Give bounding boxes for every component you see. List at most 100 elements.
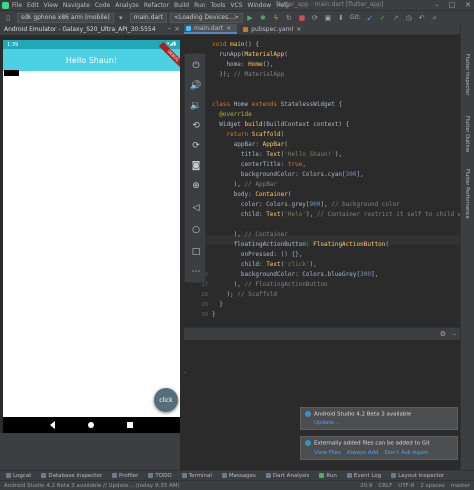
rotate-right-icon[interactable]: ⟳ bbox=[190, 140, 202, 152]
zoom-icon[interactable]: ⊕ bbox=[190, 180, 202, 192]
code-editor[interactable]: void main() { runApp(MaterialApp( home: … bbox=[180, 35, 460, 327]
settings-gear-icon[interactable]: ⚙ bbox=[440, 330, 446, 338]
messages-tab[interactable]: Messages bbox=[221, 473, 256, 479]
code-line[interactable]: class Home extends StatelessWidget { bbox=[212, 100, 342, 110]
menu-vcs[interactable]: VCS bbox=[230, 2, 242, 9]
menu-window[interactable]: Window bbox=[248, 2, 272, 9]
close-emulator-icon[interactable]: × bbox=[174, 25, 180, 33]
file-encoding[interactable]: UTF-8 bbox=[398, 483, 414, 489]
code-line[interactable]: )); // MaterialApp bbox=[212, 70, 284, 80]
overview-icon[interactable]: □ bbox=[190, 246, 202, 258]
menu-navigate[interactable]: Navigate bbox=[63, 2, 90, 9]
always-add-link[interactable]: Always Add bbox=[347, 450, 379, 456]
close-tab-icon[interactable]: × bbox=[296, 26, 301, 33]
volume-up-icon[interactable]: 🔊 bbox=[190, 80, 202, 92]
code-line[interactable]: ), // Container bbox=[212, 230, 288, 240]
view-files-link[interactable]: View Files bbox=[314, 450, 341, 456]
logcat-tab[interactable]: Logcat bbox=[6, 473, 31, 479]
menu-file[interactable]: File bbox=[12, 2, 22, 9]
code-line[interactable]: runApp(MaterialApp( bbox=[212, 50, 288, 60]
layout-inspector-tab[interactable]: Layout Inspector bbox=[391, 473, 444, 479]
run-icon[interactable]: ▶ bbox=[246, 14, 254, 22]
close-tab-icon[interactable]: × bbox=[226, 25, 231, 32]
menu-code[interactable]: Code bbox=[95, 2, 110, 9]
git-commit-icon[interactable]: ✓ bbox=[379, 14, 387, 22]
menu-view[interactable]: View bbox=[44, 2, 58, 9]
debug-icon[interactable]: ✱ bbox=[259, 14, 267, 22]
back-icon[interactable]: ◁ bbox=[190, 202, 202, 214]
code-line[interactable]: Widget build(BuildContext context) { bbox=[212, 120, 349, 130]
flutter-outline-tab[interactable]: Flutter Outline bbox=[464, 116, 470, 152]
caret-position[interactable]: 20:9 bbox=[360, 483, 372, 489]
line-separator[interactable]: CRLF bbox=[378, 483, 392, 489]
maximize-icon[interactable]: □ bbox=[449, 1, 456, 9]
event-log-tab[interactable]: Event Log bbox=[346, 473, 381, 479]
code-line[interactable]: floatingActionButton: FloatingActionButt… bbox=[212, 240, 389, 250]
update-link[interactable]: Update... bbox=[314, 420, 339, 426]
tab-main-dart[interactable]: main.dart × bbox=[180, 24, 238, 34]
minimize-icon[interactable]: – bbox=[435, 1, 439, 9]
git-update-icon[interactable]: ↙ bbox=[366, 14, 374, 22]
more-icon[interactable]: ⋯ bbox=[190, 266, 202, 278]
sync-icon[interactable]: ⟳ bbox=[311, 14, 319, 22]
sdk-manager-icon[interactable]: ⬇ bbox=[337, 14, 345, 22]
loading-devices-selector[interactable]: <Loading Devices...> bbox=[169, 12, 243, 23]
volume-down-icon[interactable]: 🔉 bbox=[190, 100, 202, 112]
hot-reload-icon[interactable]: ϟ bbox=[272, 14, 280, 22]
avd-manager-icon[interactable]: ▣ bbox=[324, 14, 332, 22]
code-line[interactable]: void main() { bbox=[212, 40, 259, 50]
phone-screen[interactable]: 1:39 ▾◢▮ Hello Shaun! DEBUG click bbox=[3, 40, 180, 433]
git-branch[interactable]: master bbox=[451, 483, 470, 489]
code-line[interactable]: home: Home(), bbox=[212, 60, 273, 70]
tab-pubspec-yaml[interactable]: pubspec.yaml × bbox=[237, 24, 307, 34]
menu-build[interactable]: Build bbox=[174, 2, 189, 9]
code-line[interactable]: } bbox=[212, 300, 223, 310]
nav-home-icon[interactable] bbox=[87, 422, 94, 428]
run-tab[interactable]: Run bbox=[319, 473, 337, 479]
menu-tools[interactable]: Tools bbox=[211, 2, 226, 9]
search-everywhere-icon[interactable]: ⌕ bbox=[431, 14, 439, 22]
status-message[interactable]: Android Studio 4.2 Beta 3 available // U… bbox=[4, 483, 180, 489]
code-line[interactable]: title: Text('Hello Shaun!'), bbox=[212, 150, 342, 160]
hide-panel-icon[interactable]: – bbox=[453, 330, 457, 338]
code-line[interactable]: onPressed: () {}, bbox=[212, 250, 302, 260]
restart-icon[interactable]: ↻ bbox=[285, 14, 293, 22]
code-line[interactable]: backgroundColor: Colors.blueGrey[300], bbox=[212, 270, 378, 280]
device-selector[interactable]: sdk gphone x86 arm (mobile) bbox=[17, 12, 114, 23]
menu-refactor[interactable]: Refactor bbox=[144, 2, 169, 9]
floating-action-button[interactable]: click bbox=[154, 388, 178, 412]
history-icon[interactable]: ◷ bbox=[405, 14, 413, 22]
database-inspector-tab[interactable]: Database Inspector bbox=[41, 473, 102, 479]
code-line[interactable]: centerTitle: true, bbox=[212, 160, 306, 170]
flutter-performance-tab[interactable]: Flutter Performance bbox=[464, 169, 470, 219]
code-line[interactable]: ), // FloatingActionButton bbox=[212, 280, 328, 290]
flutter-inspector-tab[interactable]: Flutter Inspector bbox=[464, 54, 470, 95]
terminal-tab[interactable]: Terminal bbox=[181, 473, 212, 479]
nav-recents-icon[interactable] bbox=[127, 422, 134, 428]
menu-analyze[interactable]: Analyze bbox=[115, 2, 139, 9]
camera-icon[interactable]: ◙ bbox=[190, 160, 202, 172]
power-icon[interactable]: ⏻ bbox=[190, 60, 202, 72]
code-line[interactable]: child: Text('click'), bbox=[212, 260, 317, 270]
menu-run[interactable]: Run bbox=[194, 2, 206, 9]
code-line[interactable]: ), // AppBar bbox=[212, 180, 277, 190]
home-icon[interactable]: ○ bbox=[190, 224, 202, 236]
code-line[interactable]: child: Text('Helo'), // Container restri… bbox=[212, 210, 460, 220]
code-line[interactable]: backgroundColor: Colors.cyan[300], bbox=[212, 170, 364, 180]
dart-analysis-tab[interactable]: Dart Analysis bbox=[265, 473, 309, 479]
code-line[interactable]: ); // Scaffold bbox=[212, 290, 277, 300]
run-config-selector[interactable]: main.dart bbox=[129, 12, 167, 23]
code-line[interactable]: body: Container( bbox=[212, 190, 292, 200]
rotate-left-icon[interactable]: ⟲ bbox=[190, 120, 202, 132]
code-line[interactable]: color: Colors.grey[900], // background c… bbox=[212, 200, 400, 210]
git-push-icon[interactable]: ↗ bbox=[392, 14, 400, 22]
rollback-icon[interactable]: ↶ bbox=[418, 14, 426, 22]
profiler-tab[interactable]: Profiler bbox=[112, 473, 138, 479]
code-line[interactable]: } bbox=[212, 310, 216, 320]
dont-ask-again-link[interactable]: Don't Ask Again bbox=[385, 450, 429, 456]
close-window-icon[interactable]: ✕ bbox=[465, 1, 471, 9]
code-line[interactable]: return Scaffold( bbox=[212, 130, 284, 140]
nav-back-icon[interactable] bbox=[49, 421, 55, 429]
indent-setting[interactable]: 2 spaces bbox=[420, 483, 444, 489]
menu-edit[interactable]: Edit bbox=[27, 2, 39, 9]
